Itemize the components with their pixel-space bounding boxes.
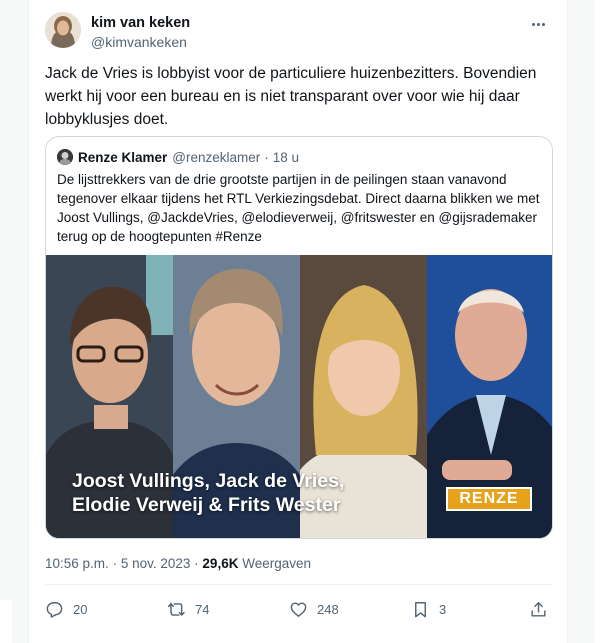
quoted-author-name: Renze Klamer xyxy=(78,149,168,165)
share-icon xyxy=(531,601,546,617)
quoted-author-avatar xyxy=(57,149,73,165)
repost-icon xyxy=(167,601,185,616)
tweet-date[interactable]: 5 nov. 2023 xyxy=(121,556,191,571)
tweet-header: kim van keken @kimvankeken xyxy=(45,12,551,52)
renze-logo: RENZE xyxy=(446,487,532,511)
media-caption: Joost Vullings, Jack de Vries, Elodie Ve… xyxy=(72,469,412,517)
background-edge xyxy=(594,0,600,643)
repost-button[interactable]: 74 xyxy=(167,597,209,621)
views-label: Weergaven xyxy=(242,556,312,571)
quoted-tweet-text: De lijsttrekkers van de drie grootste pa… xyxy=(57,172,540,244)
tweet-text: Jack de Vries is lobbyist voor de partic… xyxy=(45,65,537,128)
bookmark-count: 3 xyxy=(439,601,447,617)
more-horizontal-icon[interactable] xyxy=(525,12,551,36)
tweet-time[interactable]: 10:56 p.m. xyxy=(45,556,109,571)
heart-icon xyxy=(290,601,307,617)
bookmark-icon xyxy=(415,601,426,617)
bookmark-button[interactable]: 3 xyxy=(411,597,446,621)
quoted-author-handle: @renzeklamer xyxy=(172,149,261,165)
reply-icon xyxy=(46,601,63,618)
like-count: 248 xyxy=(317,601,339,617)
media-caption-line-2: Elodie Verweij & Frits Wester xyxy=(72,494,341,516)
reply-button[interactable]: 20 xyxy=(45,597,87,621)
author-avatar[interactable] xyxy=(45,12,81,48)
separator-dot: · xyxy=(264,149,269,165)
author-handle[interactable]: @kimvankeken xyxy=(91,34,187,50)
quoted-tweet-header: Renze Klamer @renzeklamer · 18 u xyxy=(57,148,299,166)
meta-separator: · xyxy=(194,556,199,571)
quoted-timestamp: 18 u xyxy=(272,149,300,165)
author-name[interactable]: kim van keken xyxy=(91,15,190,31)
action-bar: 20 74 248 3 xyxy=(45,597,553,621)
meta-separator: · xyxy=(112,556,118,571)
media-caption-line-1: Joost Vullings, Jack de Vries, xyxy=(72,470,345,492)
share-button[interactable] xyxy=(529,597,557,621)
quoted-tweet[interactable]: Renze Klamer @renzeklamer · 18 u De lijs… xyxy=(45,136,553,539)
divider xyxy=(45,584,553,585)
reply-count: 20 xyxy=(73,601,88,617)
background-edge xyxy=(0,600,12,643)
views-count: 29,6K xyxy=(202,556,239,571)
tweet-meta: 10:56 p.m. · 5 nov. 2023 · 29,6K Weergav… xyxy=(45,556,311,571)
tweet-card[interactable]: kim van keken @kimvankeken Jack de Vries… xyxy=(28,0,568,643)
like-button[interactable]: 248 xyxy=(289,597,339,621)
quoted-media-image[interactable]: Joost Vullings, Jack de Vries, Elodie Ve… xyxy=(46,255,552,538)
repost-count: 74 xyxy=(195,601,210,617)
